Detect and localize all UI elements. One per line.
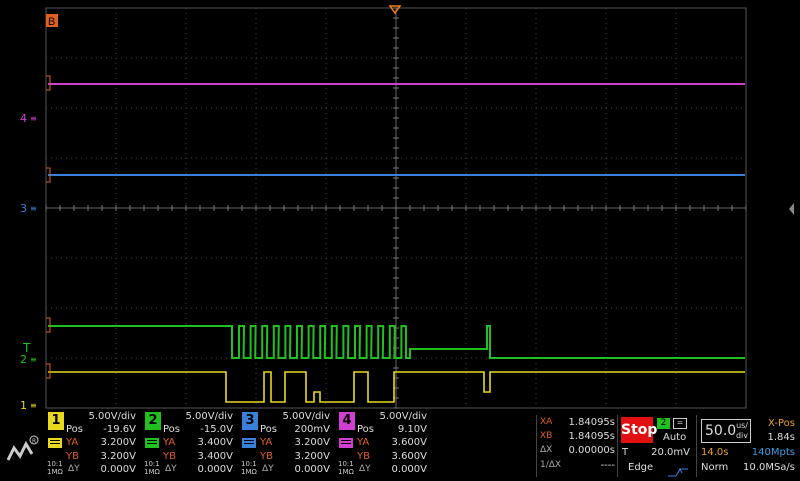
ch3-level-marker: 3 — [20, 202, 27, 215]
timebase-box[interactable]: 50.0 us/ div — [701, 419, 751, 443]
yb-value: 3.400V — [197, 451, 233, 462]
svg-text:≡: ≡ — [30, 114, 37, 123]
volts-per-div: 5.00V/div — [282, 411, 330, 422]
dy-label: ΔY — [68, 464, 80, 474]
dy-value: 0.000V — [197, 464, 233, 475]
channel-2-panel[interactable]: 2 5.00V/div Pos -15.0V YA 3.400V YB 3.400V 10:1 1… — [141, 410, 237, 478]
yb-label: YB — [260, 451, 273, 462]
acq-mode: Norm — [701, 462, 729, 473]
yb-label: YB — [163, 451, 176, 462]
svg-text:≡: ≡ — [30, 355, 37, 364]
waveform-display[interactable]: B 4 ≡ 3 ≡ 2 ≡ 1 ≡ T — [0, 0, 800, 480]
timebase-value: 50.0 — [705, 423, 737, 439]
ya-label: YA — [357, 437, 370, 448]
ch4-level-marker: 4 — [20, 112, 27, 125]
dx-label: ΔX — [540, 445, 553, 455]
channel-1-panel[interactable]: 1 5.00V/div Pos -19.6V YA 3.200V YB 3.200V 10:1 1… — [44, 410, 140, 478]
trigger-b-marker: B — [48, 16, 55, 28]
dy-label: ΔY — [359, 464, 371, 474]
dy-label: ΔY — [165, 464, 177, 474]
pos-value: 9.10V — [397, 424, 427, 435]
svg-text:≡: ≡ — [30, 204, 37, 213]
volts-per-div: 5.00V/div — [185, 411, 233, 422]
yb-value: 3.200V — [294, 451, 330, 462]
timebase-panel[interactable]: 50.0 us/ div X-Pos 1.84s 14.0s 140Mpts N… — [696, 415, 800, 477]
dy-label: ΔY — [262, 464, 274, 474]
brand-logo: R — [4, 430, 40, 470]
trigger-panel[interactable]: Stop 2 = Auto T 20.0mV Edge — [617, 415, 696, 477]
cursor-panel[interactable]: XA 1.84095s XB 1.84095s ΔX 0.00000s 1/ΔX… — [536, 415, 617, 477]
run-stop-button[interactable]: Stop — [621, 417, 657, 443]
trigger-mode: Auto — [663, 432, 687, 443]
pos-label: Pos — [357, 424, 375, 435]
dy-value: 0.000V — [100, 464, 136, 475]
trigger-source-badge[interactable]: 2 — [657, 418, 670, 429]
svg-text:≡: ≡ — [30, 401, 37, 410]
yb-value: 3.200V — [100, 451, 136, 462]
timebase-unit-bottom: div — [735, 431, 748, 440]
volts-per-div: 5.00V/div — [379, 411, 427, 422]
trigger-level-marker: T — [22, 341, 31, 355]
ya-value: 3.400V — [197, 437, 233, 448]
sample-rate: 10.0MSa/s — [743, 462, 795, 473]
xpos-value: 1.84s — [767, 432, 795, 443]
ya-value: 3.200V — [100, 437, 136, 448]
ya-value: 3.600V — [391, 437, 427, 448]
ya-label: YA — [163, 437, 176, 448]
xa-value: 1.84095s — [568, 417, 615, 428]
pos-label: Pos — [260, 424, 278, 435]
channel-4-panel[interactable]: 4 5.00V/div Pos 9.10V YA 3.600V YB 3.600V 10:1 1M… — [335, 410, 431, 478]
dy-value: 0.000V — [391, 464, 427, 475]
ya-value: 3.200V — [294, 437, 330, 448]
dy-value: 0.000V — [294, 464, 330, 475]
dx-value: 0.00000s — [568, 445, 615, 456]
rising-edge-icon — [666, 462, 690, 477]
yb-label: YB — [66, 451, 79, 462]
trigger-slope-icon: = — [673, 418, 687, 429]
yb-label: YB — [357, 451, 370, 462]
pos-value: -19.6V — [103, 424, 136, 435]
yb-value: 3.600V — [391, 451, 427, 462]
volts-per-div: 5.00V/div — [88, 411, 136, 422]
inv-dx-label: 1/ΔX — [540, 460, 562, 470]
svg-text:R: R — [32, 438, 36, 445]
pos-value: -15.0V — [200, 424, 233, 435]
pos-value: 200mV — [294, 424, 330, 435]
xb-label: XB — [540, 431, 553, 441]
trigger-type: Edge — [628, 462, 654, 473]
xb-value: 1.84095s — [568, 431, 615, 442]
inv-dx-value: ---- — [600, 460, 615, 471]
status-bar: 1 5.00V/div Pos -19.6V YA 3.200V YB 3.200V 10:1 1… — [0, 410, 800, 480]
ya-label: YA — [260, 437, 273, 448]
pos-label: Pos — [163, 424, 181, 435]
memory-depth: 140Mpts — [751, 447, 795, 458]
xpos-label: X-Pos — [768, 418, 795, 429]
trigger-level-value: 20.0mV — [651, 447, 690, 458]
ya-label: YA — [66, 437, 79, 448]
pos-label: Pos — [66, 424, 84, 435]
trigger-level-label: T — [622, 447, 629, 458]
xa-label: XA — [540, 417, 553, 427]
channel-3-panel[interactable]: 3 5.00V/div Pos 200mV YA 3.200V YB 3.200V 10:1 1M… — [238, 410, 334, 478]
timebase-unit-top: us/ — [736, 421, 748, 430]
acq-time: 14.0s — [701, 447, 729, 458]
